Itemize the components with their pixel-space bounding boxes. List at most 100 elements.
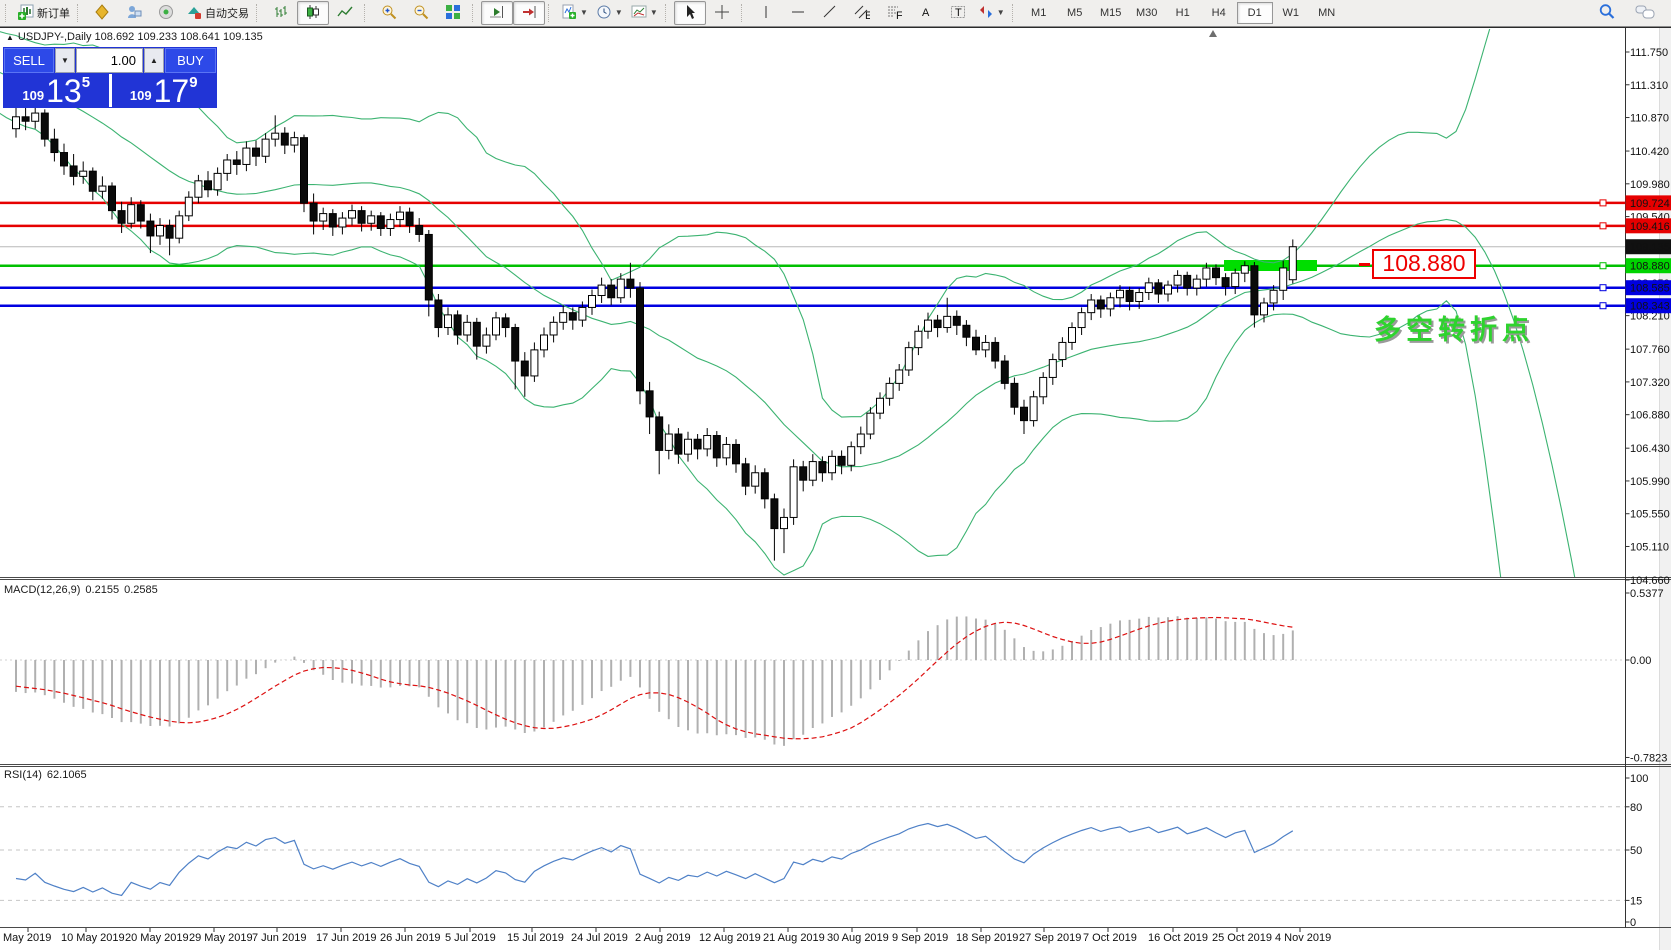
price-chart-canvas[interactable]: 111.750111.310110.870110.420109.980109.5… bbox=[0, 0, 1671, 950]
svg-text:15 Jul 2019: 15 Jul 2019 bbox=[507, 932, 564, 944]
horizontal-line-tool-button[interactable] bbox=[782, 1, 814, 25]
buy-button[interactable]: BUY bbox=[165, 48, 216, 73]
periods-icon bbox=[596, 4, 612, 23]
volume-decrease-button[interactable]: ▼ bbox=[55, 48, 75, 73]
candlestick-chart-button[interactable] bbox=[297, 1, 329, 25]
tf-m30-button[interactable]: M30 bbox=[1129, 2, 1165, 24]
volume-increase-button[interactable]: ▲ bbox=[144, 48, 164, 73]
pivot-highlight-zone[interactable] bbox=[1224, 260, 1317, 271]
indicators-icon bbox=[561, 4, 577, 23]
resistance-2-handle[interactable] bbox=[1600, 223, 1606, 229]
arrows-icon bbox=[978, 4, 994, 23]
svg-text:20 May 2019: 20 May 2019 bbox=[125, 932, 189, 944]
text-label-tool-button[interactable]: T bbox=[942, 1, 974, 25]
tf-h1-button[interactable]: H1 bbox=[1165, 2, 1201, 24]
chart-title: ▲USDJPY-,Daily 108.692 109.233 108.641 1… bbox=[6, 31, 263, 43]
bar-chart-icon bbox=[273, 4, 289, 23]
volume-input[interactable] bbox=[76, 48, 143, 73]
text-label-icon: T bbox=[950, 4, 966, 23]
svg-text:108.585: 108.585 bbox=[1630, 283, 1670, 295]
search-icon bbox=[1598, 3, 1616, 23]
svg-text:104.660: 104.660 bbox=[1630, 575, 1670, 587]
svg-text:110.870: 110.870 bbox=[1630, 113, 1669, 125]
svg-text:25 Oct 2019: 25 Oct 2019 bbox=[1212, 932, 1272, 944]
channel-tool-button[interactable]: E bbox=[846, 1, 878, 25]
vertical-line-icon bbox=[758, 4, 774, 23]
crosshair-tool-button[interactable] bbox=[706, 1, 738, 25]
svg-text:109.980: 109.980 bbox=[1630, 179, 1670, 191]
cursor-tool-button[interactable] bbox=[674, 1, 706, 25]
tf-m1-button[interactable]: M1 bbox=[1021, 2, 1057, 24]
periods-button[interactable]: ▼ bbox=[592, 1, 627, 25]
price-box-connector bbox=[1359, 263, 1370, 266]
arrows-tool-button[interactable]: ▼ bbox=[974, 1, 1009, 25]
bollinger-middle-band bbox=[0, 54, 1581, 610]
toolbar-gripper bbox=[665, 4, 671, 22]
svg-text:5 Jul 2019: 5 Jul 2019 bbox=[445, 932, 496, 944]
support-1-handle[interactable] bbox=[1600, 285, 1606, 291]
market-watch-button[interactable] bbox=[86, 1, 118, 25]
toolbar-gripper bbox=[77, 4, 83, 22]
svg-text:12 Aug 2019: 12 Aug 2019 bbox=[699, 932, 761, 944]
chart-shift-button[interactable] bbox=[513, 1, 545, 25]
svg-text:May 2019: May 2019 bbox=[3, 932, 51, 944]
price-scale[interactable]: 111.750111.310110.870110.420109.980109.5… bbox=[1626, 47, 1671, 929]
price-annotation-box[interactable]: 108.880 bbox=[1372, 249, 1476, 279]
zoom-in-button[interactable] bbox=[373, 1, 405, 25]
toolbar-gripper bbox=[1012, 4, 1018, 22]
svg-text:2 Aug 2019: 2 Aug 2019 bbox=[635, 932, 691, 944]
svg-text:21 Aug 2019: 21 Aug 2019 bbox=[763, 932, 825, 944]
tile-windows-button[interactable] bbox=[437, 1, 469, 25]
buy-price-figure: 109 bbox=[130, 88, 152, 103]
pivot-handle[interactable] bbox=[1600, 263, 1606, 269]
zoom-out-button[interactable] bbox=[405, 1, 437, 25]
svg-text:15: 15 bbox=[1630, 895, 1642, 907]
resistance-1-handle[interactable] bbox=[1600, 200, 1606, 206]
svg-text:27 Sep 2019: 27 Sep 2019 bbox=[1019, 932, 1081, 944]
zoom-out-icon bbox=[413, 4, 429, 23]
autotrading-button[interactable]: 自动交易 bbox=[182, 1, 253, 25]
autotrading-icon bbox=[186, 4, 202, 23]
tf-d1-button[interactable]: D1 bbox=[1237, 2, 1273, 24]
dropdown-caret-icon: ▼ bbox=[580, 9, 588, 17]
svg-text:E: E bbox=[865, 10, 870, 20]
navigator-button[interactable] bbox=[150, 1, 182, 25]
search-button[interactable] bbox=[1591, 1, 1623, 25]
tf-w1-button[interactable]: W1 bbox=[1273, 2, 1309, 24]
buy-price[interactable]: 109 17 9 bbox=[112, 74, 217, 107]
autotrading-label: 自动交易 bbox=[205, 5, 249, 21]
vertical-line-tool-button[interactable] bbox=[750, 1, 782, 25]
svg-text:108.880: 108.880 bbox=[1630, 261, 1670, 273]
tf-m5-button[interactable]: M5 bbox=[1057, 2, 1093, 24]
sell-price-point: 5 bbox=[82, 74, 90, 91]
auto-scroll-button[interactable] bbox=[481, 1, 513, 25]
svg-text:109.135: 109.135 bbox=[1630, 242, 1670, 254]
new-order-button[interactable]: 新订单 bbox=[14, 1, 74, 25]
svg-text:105.990: 105.990 bbox=[1630, 476, 1670, 488]
support-2-handle[interactable] bbox=[1600, 303, 1606, 309]
new-order-label: 新订单 bbox=[37, 5, 70, 21]
svg-text:111.310: 111.310 bbox=[1630, 80, 1668, 92]
fibonacci-tool-button[interactable]: F bbox=[878, 1, 910, 25]
tf-h4-button[interactable]: H4 bbox=[1201, 2, 1237, 24]
tf-mn-button[interactable]: MN bbox=[1309, 2, 1345, 24]
tf-m15-button[interactable]: M15 bbox=[1093, 2, 1129, 24]
bar-chart-button[interactable] bbox=[265, 1, 297, 25]
toolbar-gripper bbox=[741, 4, 747, 22]
sell-price[interactable]: 109 13 5 bbox=[4, 74, 109, 107]
templates-button[interactable]: ▼ bbox=[627, 1, 662, 25]
trendline-tool-button[interactable] bbox=[814, 1, 846, 25]
svg-text:24 Jul 2019: 24 Jul 2019 bbox=[571, 932, 628, 944]
templates-icon bbox=[631, 4, 647, 23]
sell-button[interactable]: SELL bbox=[4, 48, 54, 73]
line-chart-button[interactable] bbox=[329, 1, 361, 25]
data-window-button[interactable] bbox=[118, 1, 150, 25]
pivot-annotation-text[interactable]: 多空转折点 bbox=[1374, 308, 1534, 347]
tile-windows-icon bbox=[445, 4, 461, 23]
macd-indicator-label: MACD(12,26,9)0.21550.2585 bbox=[4, 584, 163, 596]
chat-button[interactable] bbox=[1629, 1, 1661, 25]
text-tool-button[interactable]: A bbox=[910, 1, 942, 25]
indicators-button[interactable]: ▼ bbox=[557, 1, 592, 25]
time-scale[interactable]: May 201910 May 201920 May 201929 May 201… bbox=[3, 928, 1331, 944]
toolbar-gripper bbox=[364, 4, 370, 22]
